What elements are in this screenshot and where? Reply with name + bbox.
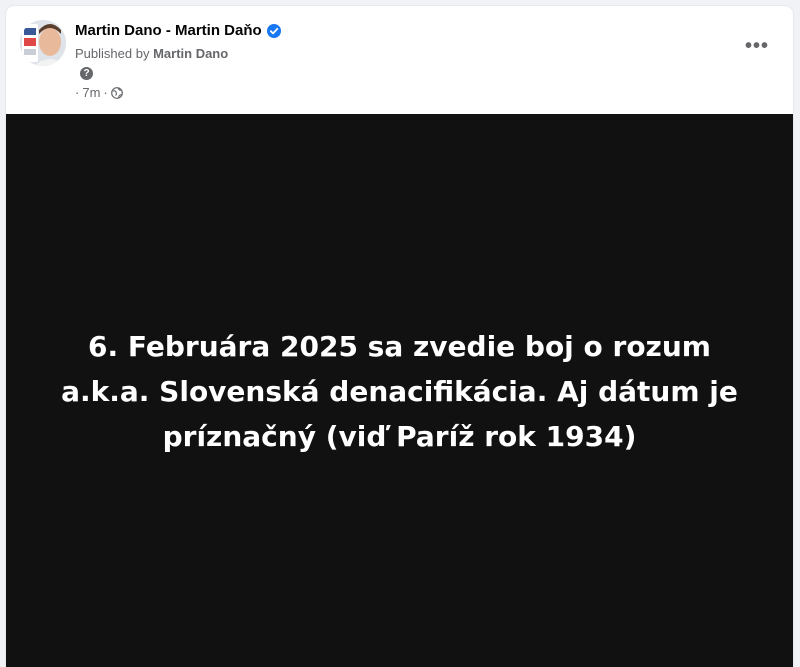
post-image-text: 6. Februára 2025 sa zvedie boj o rozum a…: [61, 330, 738, 453]
author-name-link[interactable]: Martin Dano - Martin Daňo: [75, 22, 262, 39]
author-name-row: Martin Dano - Martin Daňo: [75, 22, 281, 39]
post-card: Martin Dano - Martin Daňo Published by M…: [6, 6, 793, 667]
post-header: Martin Dano - Martin Daňo Published by M…: [6, 6, 793, 114]
post-time-link[interactable]: 7m: [82, 85, 100, 100]
avatar-image: [20, 20, 66, 66]
meta-separator: ·: [103, 85, 108, 100]
published-by-row: Published by Martin Dano: [75, 46, 228, 61]
more-options-button[interactable]: •••: [739, 28, 775, 64]
post-image[interactable]: 6. Februára 2025 sa zvedie boj o rozum a…: [6, 114, 793, 667]
verified-badge-icon: [266, 23, 281, 38]
author-avatar[interactable]: [20, 20, 66, 66]
meta-separator: ·: [75, 85, 80, 100]
post-meta-row: · 7m ·: [75, 85, 123, 100]
published-by-prefix: Published by: [75, 46, 150, 61]
globe-icon[interactable]: [110, 86, 123, 99]
help-icon[interactable]: ?: [80, 67, 93, 80]
published-by-name-link[interactable]: Martin Dano: [153, 46, 228, 61]
